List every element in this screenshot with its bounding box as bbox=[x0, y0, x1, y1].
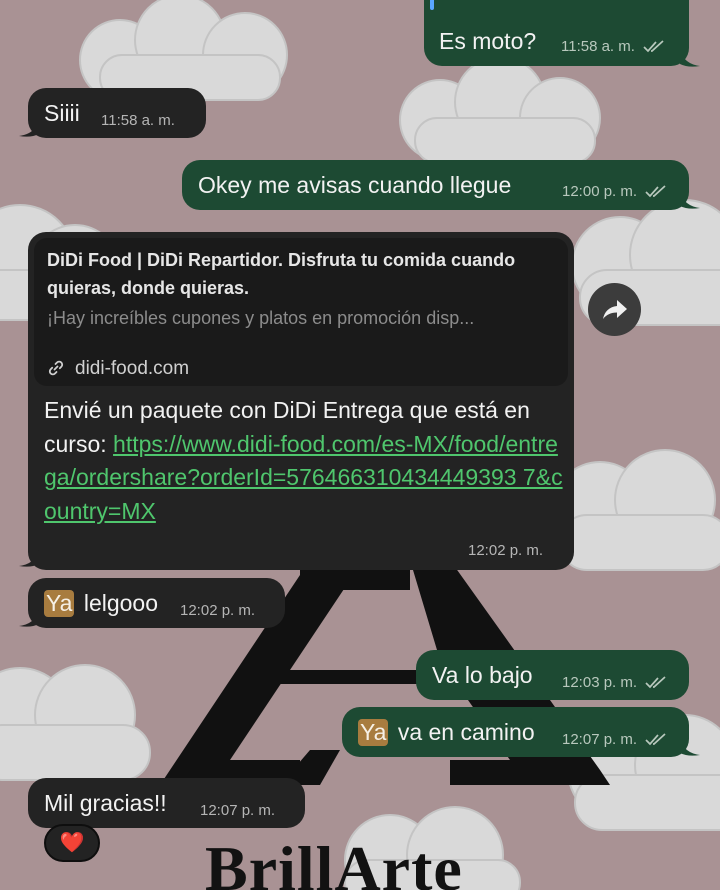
message-timestamp: 12:03 p. m. bbox=[562, 674, 667, 691]
double-check-icon bbox=[645, 185, 666, 198]
cloud-decoration bbox=[399, 60, 601, 164]
forward-button[interactable] bbox=[588, 283, 641, 336]
link-preview-card[interactable]: DiDi Food | DiDi Repartidor. Disfruta tu… bbox=[34, 238, 568, 386]
message-text: Envié un paquete con DiDi Entrega que es… bbox=[44, 394, 564, 528]
message-url-link[interactable]: https://www.didi-food.com/es-MX/food/ent… bbox=[44, 431, 563, 524]
link-preview-domain: didi-food.com bbox=[75, 358, 190, 379]
link-preview-domain-row: didi-food.com bbox=[47, 358, 189, 380]
message-bubble-outgoing[interactable]: Va lo bajo 12:03 p. m. bbox=[416, 650, 689, 700]
message-text: Es moto? bbox=[439, 28, 537, 54]
share-forward-icon bbox=[602, 299, 627, 319]
message-timestamp: 12:00 p. m. bbox=[562, 183, 667, 200]
bubble-tail bbox=[19, 610, 39, 627]
double-check-icon bbox=[645, 676, 666, 689]
double-check-icon bbox=[643, 40, 664, 53]
brand-watermark-text: BrillArte bbox=[205, 833, 463, 890]
message-bubble-incoming[interactable]: Siiii 11:58 a. m. bbox=[28, 88, 206, 138]
message-text: Va lo bajo bbox=[432, 662, 533, 688]
message-text: Mil gracias!! bbox=[44, 790, 167, 816]
message-reaction[interactable]: ❤️ bbox=[44, 824, 100, 862]
link-chain-icon bbox=[48, 360, 64, 376]
red-heart-icon: ❤️ bbox=[59, 832, 85, 854]
message-bubble-outgoing[interactable]: Es moto? 11:58 a. m. bbox=[424, 0, 689, 66]
bubble-tail bbox=[680, 192, 700, 209]
message-timestamp: 12:07 p. m. bbox=[562, 731, 667, 748]
message-timestamp: 11:58 a. m. bbox=[561, 38, 665, 55]
cloud-decoration bbox=[0, 664, 151, 781]
bubble-tail bbox=[680, 50, 700, 67]
message-timestamp: 11:58 a. m. bbox=[101, 112, 175, 129]
message-text: Ya lelgooo bbox=[44, 590, 159, 617]
message-bubble-outgoing[interactable]: Ya va en camino 12:07 p. m. bbox=[342, 707, 689, 757]
link-preview-description: ¡Hay increíbles cupones y platos en prom… bbox=[47, 308, 475, 328]
message-timestamp: 12:02 p. m. bbox=[180, 602, 256, 619]
message-text: Siiii bbox=[44, 100, 80, 126]
message-bubble-incoming[interactable]: Ya lelgooo 12:02 p. m. bbox=[28, 578, 285, 628]
message-timestamp: 12:07 p. m. bbox=[200, 802, 276, 819]
message-text: Okey me avisas cuando llegue bbox=[198, 172, 512, 198]
message-timestamp: 12:02 p. m. bbox=[468, 542, 544, 559]
message-bubble-outgoing[interactable]: Okey me avisas cuando llegue 12:00 p. m. bbox=[182, 160, 689, 210]
message-text: Ya va en camino bbox=[358, 719, 535, 746]
highlight-tag: Ya bbox=[358, 719, 389, 746]
bubble-tail bbox=[680, 739, 700, 756]
double-check-icon bbox=[645, 733, 666, 746]
link-preview-title: DiDi Food | DiDi Repartidor. Disfruta tu… bbox=[47, 250, 516, 298]
bubble-tail bbox=[19, 550, 39, 567]
message-bubble-incoming-link[interactable]: DiDi Food | DiDi Repartidor. Disfruta tu… bbox=[28, 232, 574, 570]
message-bubble-incoming[interactable]: Mil gracias!! 12:07 p. m. bbox=[28, 778, 305, 828]
highlight-tag: Ya bbox=[44, 590, 75, 617]
